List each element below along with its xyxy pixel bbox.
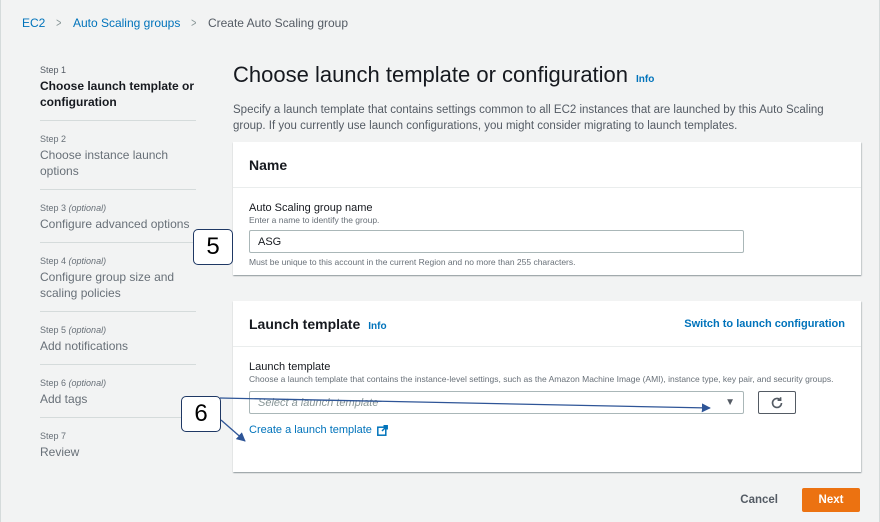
step-optional: (optional) [68,378,107,388]
refresh-icon [771,396,783,408]
asg-name-description: Enter a name to identify the group. [249,215,380,225]
step-number: Step 4 (optional) [40,256,107,266]
step-3[interactable]: Step 3 (optional) Configure advanced opt… [40,202,196,243]
callout-6: 6 [181,396,221,432]
step-number: Step 2 [40,134,67,144]
refresh-button[interactable] [758,391,796,414]
launch-template-description: Choose a launch template that contains t… [249,374,834,384]
step-title: Choose instance launch options [40,148,169,178]
switch-to-launch-configuration-link[interactable]: Switch to launch configuration [684,318,845,330]
launch-template-select-row: Select a launch template ▼ [249,391,845,414]
breadcrumb-link-ec2[interactable]: EC2 [22,16,45,30]
step-number: Step 5 (optional) [40,325,107,335]
page-title-text: Choose launch template or configuration [233,62,629,87]
launch-template-panel: Launch template Info Switch to launch co… [233,301,861,472]
create-launch-template-label: Create a launch template [249,424,372,436]
step-optional: (optional) [68,256,107,266]
launch-template-panel-title: Launch template Info [249,316,387,332]
cancel-button[interactable]: Cancel [740,494,778,506]
step-title: Add notifications [40,339,129,353]
info-link[interactable]: Info [636,74,654,85]
step-2[interactable]: Step 2 Choose instance launch options [40,133,196,190]
launch-template-label: Launch template [249,361,331,373]
step-number: Step 7 [40,431,67,441]
asg-name-label: Auto Scaling group name [249,202,373,214]
breadcrumb-current: Create Auto Scaling group [207,15,349,30]
caret-down-icon: ▼ [725,397,735,408]
launch-template-panel-header: Launch template Info Switch to launch co… [233,301,861,347]
create-launch-template-link[interactable]: Create a launch template [249,424,845,436]
step-optional: (optional) [68,203,107,213]
info-link[interactable]: Info [368,321,386,332]
asg-name-constraint: Must be unique to this account in the cu… [249,257,576,267]
step-6[interactable]: Step 6 (optional) Add tags [40,377,196,418]
callout-5: 5 [193,229,233,265]
step-title: Configure group size and scaling policie… [40,270,175,300]
step-number: Step 3 (optional) [40,203,107,213]
step-number: Step 6 (optional) [40,378,107,388]
wizard-steps: Step 1 Choose launch template or configu… [40,64,196,482]
step-title: Add tags [40,392,88,406]
step-7[interactable]: Step 7 Review [40,430,196,470]
name-panel-header: Name [233,142,861,188]
step-4[interactable]: Step 4 (optional) Configure group size a… [40,255,196,312]
launch-template-panel-body: Launch template Choose a launch template… [233,347,861,450]
step-title: Review [40,445,80,459]
step-title: Choose launch template or configuration [40,79,195,109]
wizard-footer: Cancel Next [740,488,860,512]
external-link-icon [376,424,388,436]
main-content: Choose launch template or configuration … [233,62,861,472]
page-description: Specify a launch template that contains … [233,104,824,132]
name-panel-body: Auto Scaling group name Enter a name to … [233,188,861,281]
name-panel: Name Auto Scaling group name Enter a nam… [233,142,861,275]
launch-template-panel-title-text: Launch template [249,315,361,332]
asg-name-input[interactable]: ASG [249,230,744,253]
chevron-right-icon: > [56,15,62,30]
breadcrumb: EC2 > Auto Scaling groups > Create Auto … [22,15,348,30]
step-optional: (optional) [68,325,107,335]
launch-template-placeholder: Select a launch template [258,396,379,409]
launch-template-select[interactable]: Select a launch template ▼ [249,391,744,414]
step-number: Step 1 [40,65,67,75]
name-panel-title: Name [249,156,288,173]
page-title: Choose launch template or configuration … [233,62,861,88]
chevron-right-icon: > [191,15,197,30]
next-button[interactable]: Next [802,488,860,512]
step-5[interactable]: Step 5 (optional) Add notifications [40,324,196,365]
breadcrumb-link-auto-scaling-groups[interactable]: Auto Scaling groups [73,16,180,30]
step-1: Step 1 Choose launch template or configu… [40,64,196,121]
step-title: Configure advanced options [40,217,190,231]
